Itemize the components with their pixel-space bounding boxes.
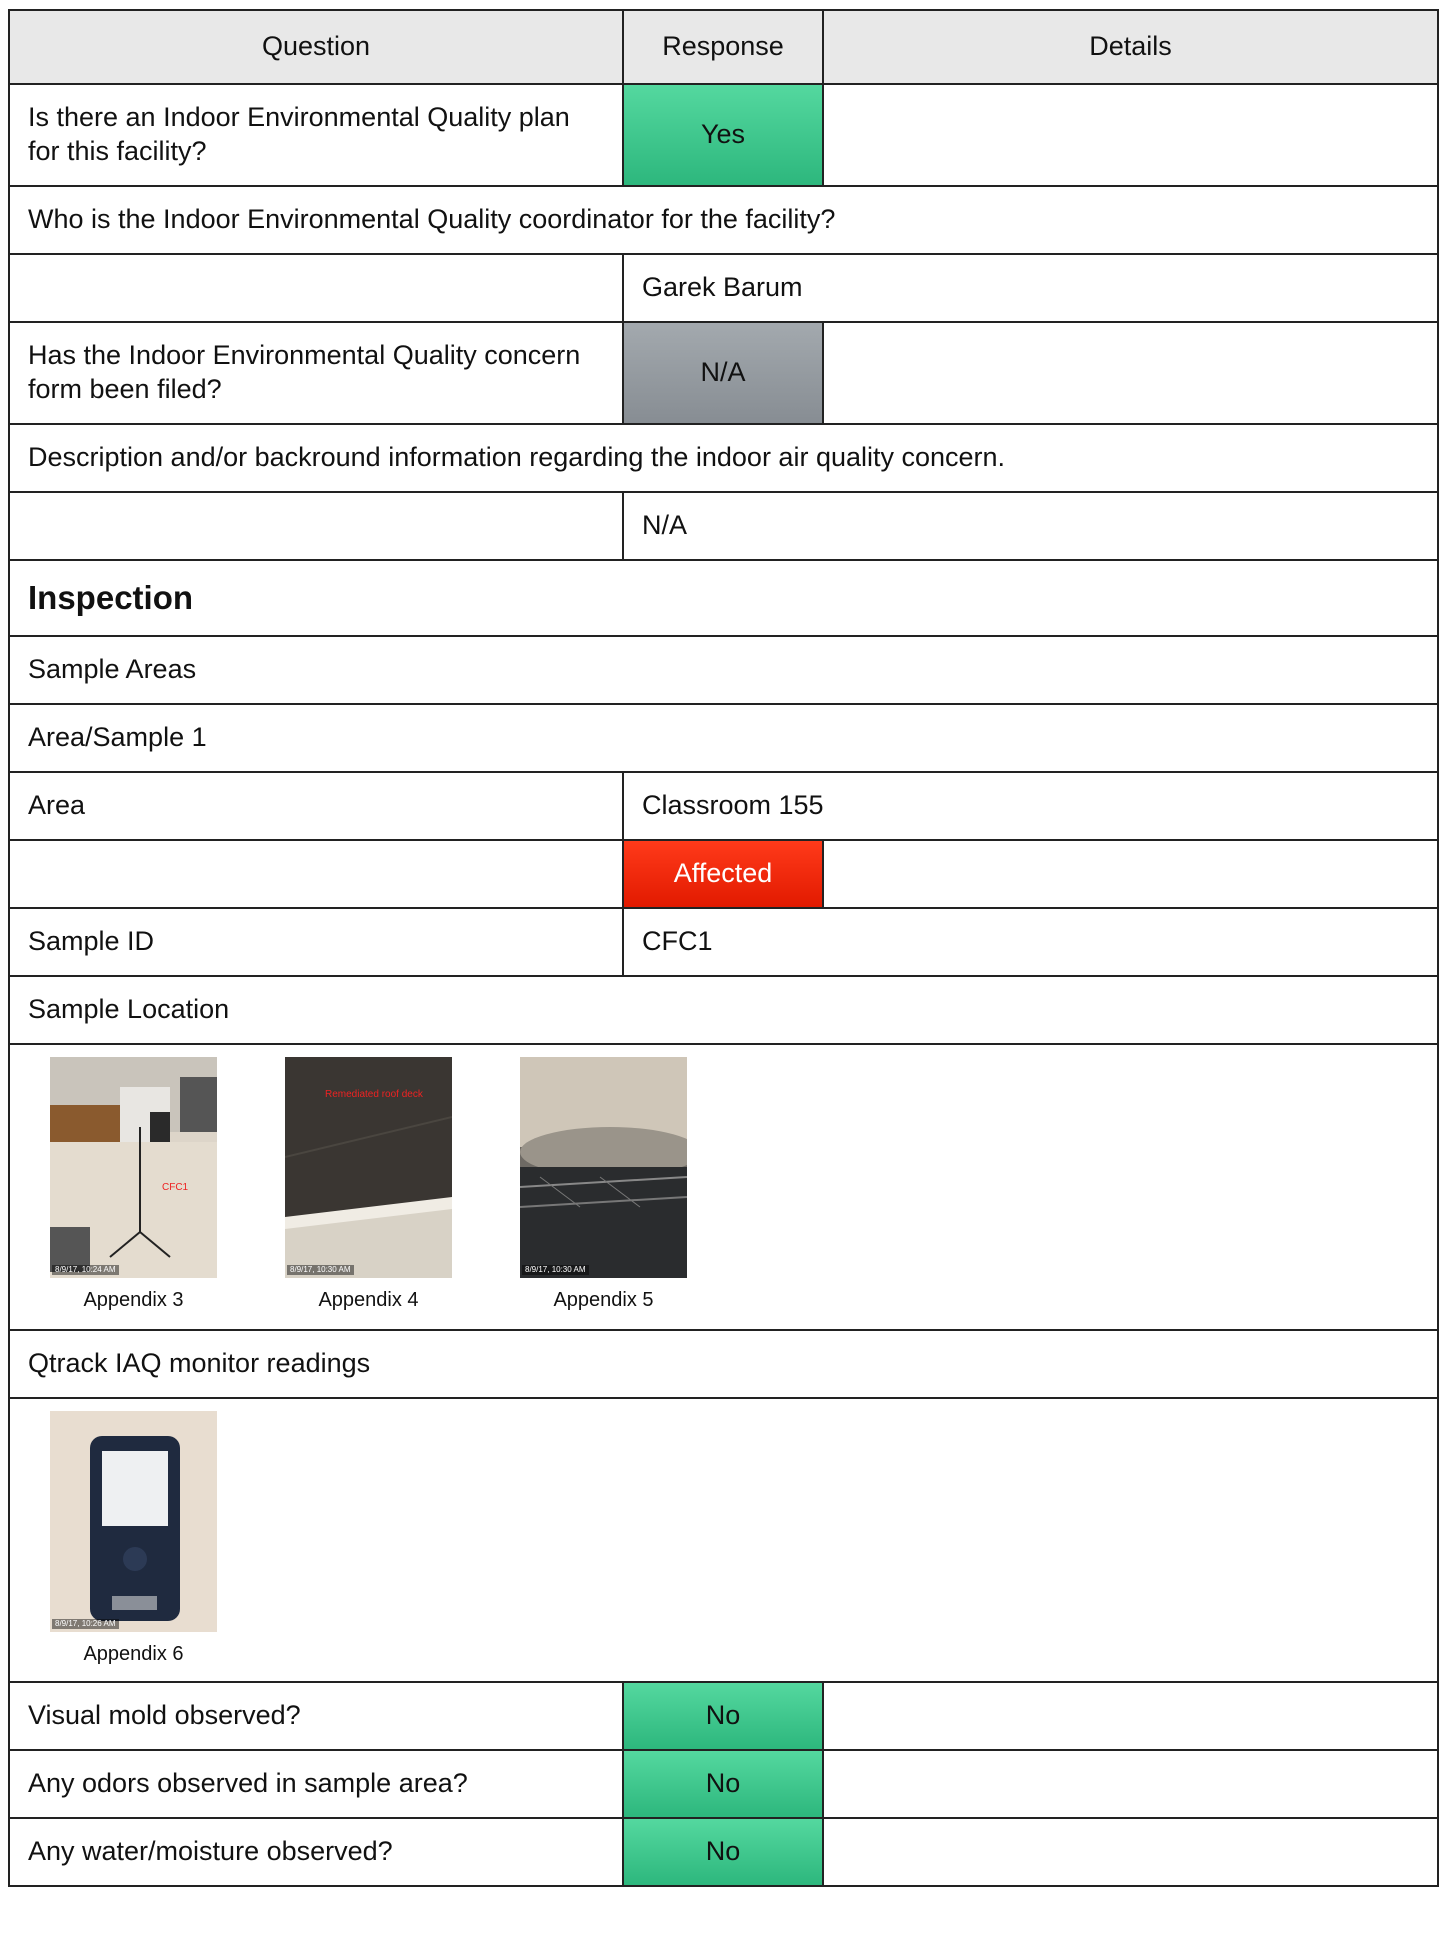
response-badge: No bbox=[622, 1749, 824, 1819]
photo-caption: Appendix 5 bbox=[553, 1289, 654, 1311]
details-cell bbox=[822, 83, 1439, 187]
photo-timestamp: 8/9/17, 10:26 AM bbox=[52, 1619, 119, 1629]
question-cell: Any odors observed in sample area? bbox=[8, 1749, 624, 1819]
table-row: Affected bbox=[8, 839, 1439, 909]
report-table: Question Response Details Is there an In… bbox=[8, 9, 1439, 1887]
photo-timestamp: 8/9/17, 10:24 AM bbox=[52, 1265, 119, 1275]
label-cell: Area/Sample 1 bbox=[8, 703, 1439, 773]
question-cell: Description and/or backround information… bbox=[8, 423, 1439, 493]
photo-row: 8/9/17, 10:26 AM Appendix 6 bbox=[8, 1397, 1439, 1683]
header-row: Question Response Details bbox=[8, 9, 1439, 85]
response-header: Response bbox=[622, 9, 824, 85]
section-heading: Inspection bbox=[8, 559, 1439, 637]
empty-cell bbox=[8, 839, 624, 909]
status-badge: Affected bbox=[622, 839, 824, 909]
details-header: Details bbox=[822, 9, 1439, 85]
photo-caption: Appendix 4 bbox=[318, 1289, 419, 1311]
photo-caption: Appendix 6 bbox=[83, 1643, 184, 1665]
answer-cell: N/A bbox=[622, 491, 1439, 561]
question-cell: Any water/moisture observed? bbox=[8, 1817, 624, 1887]
question-cell: Who is the Indoor Environmental Quality … bbox=[8, 185, 1439, 255]
photo-gallery: CFC1 8/9/17, 10:24 AM Appendix 3 Remedia… bbox=[8, 1043, 1439, 1331]
value-cell: Classroom 155 bbox=[622, 771, 1439, 841]
classroom-photo[interactable]: CFC1 8/9/17, 10:24 AM bbox=[50, 1057, 217, 1278]
label-cell: Sample ID bbox=[8, 907, 624, 977]
table-row: Garek Barum bbox=[8, 253, 1439, 323]
response-badge: Yes bbox=[622, 83, 824, 187]
table-row: Any odors observed in sample area? No bbox=[8, 1749, 1439, 1819]
response-badge: N/A bbox=[622, 321, 824, 425]
question-cell: Is there an Indoor Environmental Quality… bbox=[8, 83, 624, 187]
response-badge: No bbox=[622, 1681, 824, 1751]
response-badge: No bbox=[622, 1817, 824, 1887]
section-heading-row: Inspection bbox=[8, 559, 1439, 637]
photo-thumbnail[interactable]: Remediated roof deck 8/9/17, 10:30 AM Ap… bbox=[285, 1057, 452, 1313]
photo-thumbnail[interactable]: 8/9/17, 10:30 AM Appendix 5 bbox=[520, 1057, 687, 1313]
photo-caption: Appendix 3 bbox=[83, 1289, 184, 1311]
table-row: Sample Location bbox=[8, 975, 1439, 1045]
table-row: Who is the Indoor Environmental Quality … bbox=[8, 185, 1439, 255]
photo-timestamp: 8/9/17, 10:30 AM bbox=[522, 1265, 589, 1275]
table-row: Visual mold observed? No bbox=[8, 1681, 1439, 1751]
table-row: Description and/or backround information… bbox=[8, 423, 1439, 493]
table-row: Qtrack IAQ monitor readings bbox=[8, 1329, 1439, 1399]
table-row: Is there an Indoor Environmental Quality… bbox=[8, 83, 1439, 187]
label-cell: Sample Areas bbox=[8, 635, 1439, 705]
table-row: Area Classroom 155 bbox=[8, 771, 1439, 841]
question-header: Question bbox=[8, 9, 624, 85]
table-row: Area/Sample 1 bbox=[8, 703, 1439, 773]
table-row: Any water/moisture observed? No bbox=[8, 1817, 1439, 1887]
answer-cell: Garek Barum bbox=[622, 253, 1439, 323]
details-cell bbox=[822, 321, 1439, 425]
details-cell bbox=[822, 1817, 1439, 1887]
photo-timestamp: 8/9/17, 10:30 AM bbox=[287, 1265, 354, 1275]
question-cell: Visual mold observed? bbox=[8, 1681, 624, 1751]
question-cell: Has the Indoor Environmental Quality con… bbox=[8, 321, 624, 425]
photo-thumbnail[interactable]: CFC1 8/9/17, 10:24 AM Appendix 3 bbox=[50, 1057, 217, 1313]
details-cell bbox=[822, 839, 1439, 909]
table-row: Has the Indoor Environmental Quality con… bbox=[8, 321, 1439, 425]
label-cell: Sample Location bbox=[8, 975, 1439, 1045]
details-cell bbox=[822, 1681, 1439, 1751]
table-row: Sample ID CFC1 bbox=[8, 907, 1439, 977]
empty-cell bbox=[8, 253, 624, 323]
label-cell: Area bbox=[8, 771, 624, 841]
photo-thumbnail[interactable]: 8/9/17, 10:26 AM Appendix 6 bbox=[50, 1411, 217, 1667]
iaq-monitor-photo[interactable]: 8/9/17, 10:26 AM bbox=[50, 1411, 217, 1632]
value-cell: CFC1 bbox=[622, 907, 1439, 977]
table-row: N/A bbox=[8, 491, 1439, 561]
photo-overlay-text: Remediated roof deck bbox=[325, 1089, 424, 1100]
roof-deck-photo[interactable]: Remediated roof deck 8/9/17, 10:30 AM bbox=[285, 1057, 452, 1278]
details-cell bbox=[822, 1749, 1439, 1819]
label-cell: Qtrack IAQ monitor readings bbox=[8, 1329, 1439, 1399]
empty-cell bbox=[8, 491, 624, 561]
table-row: Sample Areas bbox=[8, 635, 1439, 705]
photo-gallery: 8/9/17, 10:26 AM Appendix 6 bbox=[8, 1397, 1439, 1683]
inspection-report: Question Response Details Is there an In… bbox=[8, 9, 1439, 1887]
photo-row: CFC1 8/9/17, 10:24 AM Appendix 3 Remedia… bbox=[8, 1043, 1439, 1331]
ceiling-photo[interactable]: 8/9/17, 10:30 AM bbox=[520, 1057, 687, 1278]
photo-overlay-text: CFC1 bbox=[162, 1182, 189, 1193]
